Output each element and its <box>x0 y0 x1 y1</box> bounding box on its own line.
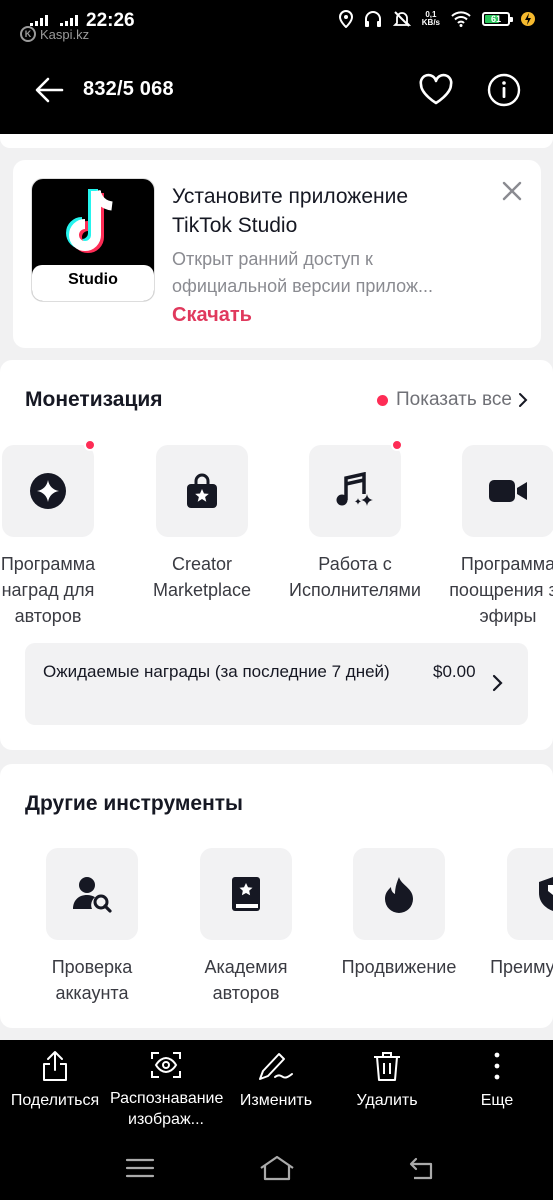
tiktok-note-icon <box>66 189 113 253</box>
watermark-logo: K <box>20 26 36 42</box>
tool-tile <box>200 848 292 940</box>
photo-action-bar: Поделиться Распознавание изображ... Изме… <box>0 1040 553 1135</box>
signal-bars-icon <box>60 14 78 26</box>
tool-label: Работа с Исполнителями <box>289 554 421 600</box>
home-icon[interactable] <box>259 1155 295 1181</box>
back-arrow-icon[interactable] <box>34 76 64 104</box>
mute-bell-icon <box>392 11 411 27</box>
promo-title: Установите приложение TikTok Studio <box>172 185 409 237</box>
recognize-image-button[interactable]: Распознавание изображ... <box>110 1050 224 1130</box>
tool-creator-marketplace[interactable]: Creator Marketplace <box>127 445 277 603</box>
share-icon <box>43 1051 67 1081</box>
tiktok-studio-logo: Studio <box>31 178 155 302</box>
recognize-label: Распознавание изображ... <box>110 1090 224 1128</box>
tool-label: Проверка аккаунта <box>51 957 133 1003</box>
tool-tile <box>507 848 553 940</box>
show-all-link[interactable]: Показать все <box>377 389 528 411</box>
tool-creator-academy[interactable]: Академия авторов <box>171 848 321 1006</box>
notification-dot <box>377 394 388 406</box>
location-icon <box>338 10 353 28</box>
delete-button[interactable]: Удалить <box>331 1050 443 1111</box>
battery-icon: 61 <box>482 12 513 26</box>
chevron-right-icon <box>492 674 503 692</box>
notification-dot <box>84 439 96 451</box>
more-label: Еще <box>480 1092 514 1109</box>
status-bar: 22:26 K Kaspi.kz 0,1 KB/s 61 <box>0 0 553 46</box>
delete-label: Удалить <box>356 1092 418 1109</box>
rewards-label: Ожидаемые награды (за последние 7 дней) <box>43 662 390 681</box>
status-icons: 0,1 KB/s 61 <box>338 10 535 28</box>
tiktok-studio-promo: Studio Установите приложение TikTok Stud… <box>13 160 541 348</box>
watermark: K Kaspi.kz <box>20 26 89 42</box>
tool-label: Академия авторов <box>204 957 288 1003</box>
share-label: Поделиться <box>10 1092 100 1109</box>
tool-label: Преимущества <box>490 957 553 977</box>
sheet-edge <box>0 134 553 148</box>
scan-eye-icon <box>151 1052 181 1078</box>
tool-label: Creator Marketplace <box>152 554 252 600</box>
tool-label: Программа наград для авторов <box>0 554 96 626</box>
tool-artist-collab[interactable]: Работа с Исполнителями <box>280 439 430 603</box>
download-link[interactable]: Скачать <box>172 304 252 327</box>
edit-pen-icon <box>259 1053 293 1080</box>
status-time: 22:26 <box>86 10 135 31</box>
expected-rewards-row[interactable]: Ожидаемые награды (за последние 7 дней) … <box>25 643 528 725</box>
tool-live-rewards[interactable]: Программа поощрения за эфиры <box>433 445 553 629</box>
tool-tile <box>309 439 403 537</box>
book-star-icon <box>232 877 260 911</box>
heart-icon[interactable] <box>418 72 454 108</box>
more-button[interactable]: Еще <box>441 1050 553 1111</box>
shopping-bag-star-icon <box>187 473 217 508</box>
video-camera-icon <box>489 480 527 502</box>
tool-creator-rewards[interactable]: Программа наград для авторов <box>0 439 123 629</box>
flame-icon <box>385 877 413 913</box>
shield-badge-icon <box>539 877 553 911</box>
share-button[interactable]: Поделиться <box>0 1050 111 1111</box>
chevron-right-icon <box>519 393 528 407</box>
show-all-label: Показать все <box>396 389 512 410</box>
edit-label: Изменить <box>239 1092 313 1109</box>
music-note-sparkle-icon <box>336 472 373 506</box>
wifi-icon <box>451 11 471 27</box>
headphones-icon <box>364 11 381 27</box>
tool-benefits[interactable]: Преимущества <box>478 848 553 980</box>
trash-icon <box>374 1052 400 1081</box>
notification-dot <box>391 439 403 451</box>
tool-tile <box>2 439 96 537</box>
close-icon[interactable] <box>501 180 523 202</box>
tool-tile <box>46 848 138 940</box>
return-icon[interactable] <box>408 1155 438 1181</box>
net-speed: 0,1 KB/s <box>422 11 440 27</box>
monetization-section: Монетизация Показать все Программа награ… <box>0 360 553 750</box>
tool-tile <box>156 445 248 537</box>
tool-account-check[interactable]: Проверка аккаунта <box>17 848 167 1006</box>
tool-tile <box>353 848 445 940</box>
rewards-amount: $0.00 <box>433 662 476 681</box>
sparkle-star-icon <box>30 473 66 509</box>
battery-level: 61 <box>490 14 501 24</box>
promo-description: Открыт ранний доступ к официальной верси… <box>172 249 433 296</box>
net-speed-unit: KB/s <box>421 18 440 27</box>
info-icon[interactable] <box>487 73 521 107</box>
more-vertical-icon <box>494 1052 500 1080</box>
app-logo-caption: Studio <box>32 265 154 301</box>
watermark-text: Kaspi.kz <box>40 26 90 42</box>
system-nav-bar <box>0 1135 553 1200</box>
section-title: Монетизация <box>25 388 163 411</box>
photo-counter: 832/5 068 <box>83 78 174 100</box>
other-tools-section: Другие инструменты Проверка аккаунта Ака… <box>0 764 553 1028</box>
viewer-header: 832/5 068 <box>0 46 553 134</box>
edit-button[interactable]: Изменить <box>220 1050 332 1111</box>
tool-label: Продвижение <box>341 957 457 977</box>
tool-label: Программа поощрения за эфиры <box>449 554 553 626</box>
charging-icon <box>521 12 535 26</box>
tool-promote[interactable]: Продвижение <box>324 848 474 980</box>
signal-indicators <box>30 14 78 26</box>
user-search-icon <box>73 877 112 913</box>
signal-bars-icon <box>30 14 48 26</box>
menu-icon[interactable] <box>125 1155 155 1181</box>
section-title: Другие инструменты <box>25 792 243 815</box>
tool-tile <box>462 445 553 537</box>
